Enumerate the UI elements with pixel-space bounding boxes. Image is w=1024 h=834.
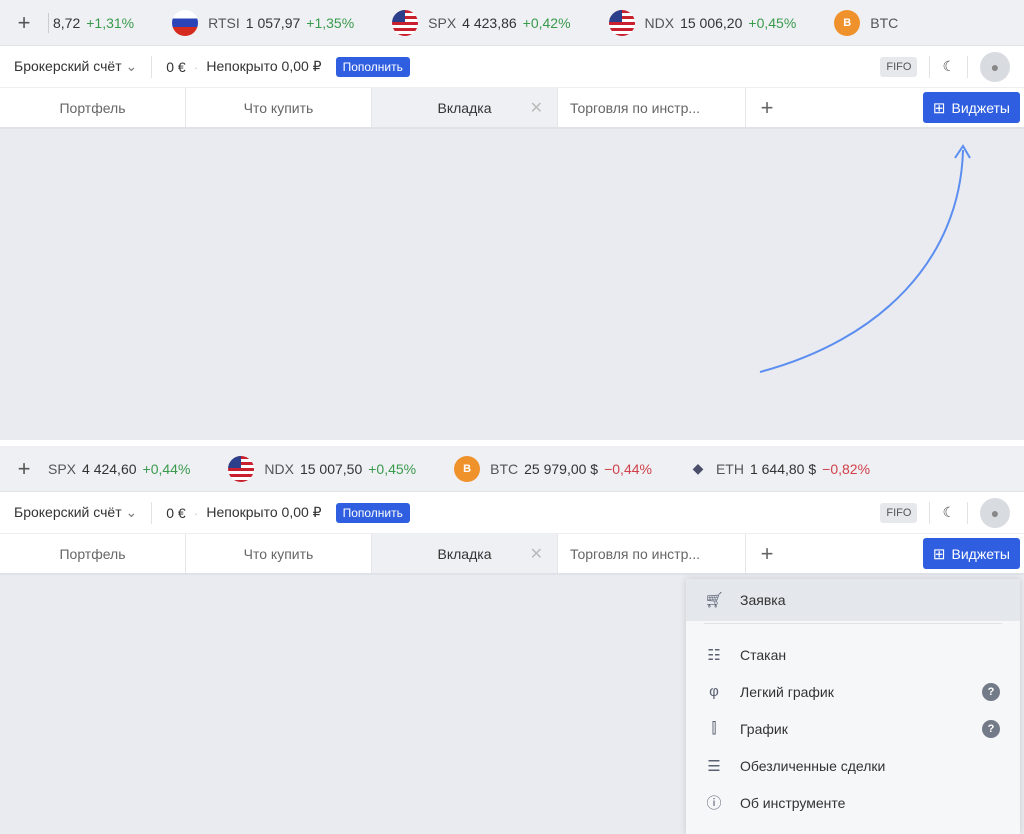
arrow-annotation: [759, 144, 971, 373]
ticker-item[interactable]: NDX 15 007,50 +0,45%: [228, 455, 417, 482]
info-icon: ⓘ: [706, 795, 722, 812]
divider: [704, 623, 1002, 624]
ticker-symbol: BTC: [490, 460, 519, 477]
ticker-item[interactable]: B BTC 25 979,00 $ −0,44%: [454, 455, 652, 482]
add-tab-button[interactable]: +: [746, 534, 788, 573]
ticker-price: 4 424,60: [82, 460, 137, 477]
menu-item-label: Об инструменте: [740, 794, 846, 811]
menu-item[interactable]: ☷ Стакан: [686, 636, 1020, 673]
ticker-bar: + SPX 4 424,60 +0,44% NDX 15 007,50 +0,45% B BT…: [0, 446, 1024, 492]
cart-icon: 🛒︎: [704, 592, 724, 609]
ticker-symbol: NDX: [264, 460, 294, 477]
menu-item-label: Стакан: [740, 646, 787, 663]
ticker-item[interactable]: ◆ ETH 1 644,80 $ −0,82%: [690, 456, 870, 482]
light-chart-icon: φ: [709, 683, 719, 700]
tab-trading[interactable]: Торговля по инстр...: [558, 534, 746, 573]
widgets-icon: ⊞: [932, 545, 946, 563]
btc-flag-icon: B: [454, 455, 481, 482]
menu-item-label: Легкий график: [740, 683, 834, 700]
menu-item-label: График: [740, 720, 788, 737]
menu-item-label: Заявка: [740, 592, 786, 608]
order-book-icon: ☷: [707, 646, 721, 664]
candle-chart-icon: ⫿: [711, 720, 717, 737]
moon-icon[interactable]: ☾: [942, 504, 955, 521]
ticker-symbol: ETH: [715, 460, 744, 477]
ticker-price: 15 007,50: [299, 460, 363, 477]
widgets-button[interactable]: ⊞ Виджеты: [922, 538, 1020, 569]
menu-item[interactable]: ⓘ Об инструменте: [686, 784, 1020, 821]
account-bar: Брокерский счёт ⌄ 0 € · Непокрыто 0,00 ₽…: [0, 492, 1024, 534]
menu-item[interactable]: φ Легкий график?: [686, 673, 1020, 710]
list-icon: ☰: [707, 757, 721, 775]
ticker-change: +0,44%: [142, 460, 191, 477]
menu-item[interactable]: ⫿ График?: [686, 710, 1020, 747]
ticker-price: 1 644,80 $: [749, 460, 817, 477]
ticker-change: −0,44%: [604, 460, 652, 477]
menu-item-label: Обезличенные сделки: [740, 757, 886, 774]
us-flag-icon: [228, 455, 255, 482]
ticker-item[interactable]: SPX 4 424,60 +0,44%: [48, 461, 190, 477]
balance: 0 €: [166, 504, 186, 521]
account-select[interactable]: Брокерский счёт ⌄: [14, 504, 137, 521]
menu-item[interactable]: 🛒︎ Заявка: [686, 579, 1020, 621]
ticker-change: +0,45%: [368, 460, 417, 477]
chevron-down-icon: ⌄: [125, 504, 138, 520]
tab-what-to-buy[interactable]: Что купить: [186, 534, 372, 573]
tab-portfolio[interactable]: Портфель: [0, 534, 186, 573]
add-ticker-button[interactable]: +: [0, 456, 48, 482]
close-icon[interactable]: ✕: [530, 544, 543, 564]
ticker-price: 25 979,00 $: [524, 460, 599, 477]
uncovered: Непокрыто 0,00 ₽: [206, 504, 322, 520]
widgets-dropdown: 🛒︎ Заявка ☷ Стакан φ Легкий график? ⫿ График? ☰ О…: [686, 579, 1020, 834]
menu-item[interactable]: ☰ Обезличенные сделки: [686, 747, 1020, 784]
eth-flag-icon: ◆: [692, 460, 704, 476]
tab-bar: Портфель Что купить Вкладка ✕ Торговля по…: [0, 534, 1024, 575]
avatar[interactable]: ●: [980, 497, 1010, 528]
tab-vkladka[interactable]: Вкладка ✕: [372, 534, 558, 573]
topup-button[interactable]: Пополнить: [335, 502, 410, 523]
help-icon[interactable]: ?: [982, 719, 1000, 738]
fifo-button[interactable]: FIFO: [880, 502, 918, 523]
help-icon[interactable]: ?: [982, 682, 1000, 701]
ticker-symbol: SPX: [48, 460, 77, 477]
ticker-change: −0,82%: [822, 460, 871, 477]
